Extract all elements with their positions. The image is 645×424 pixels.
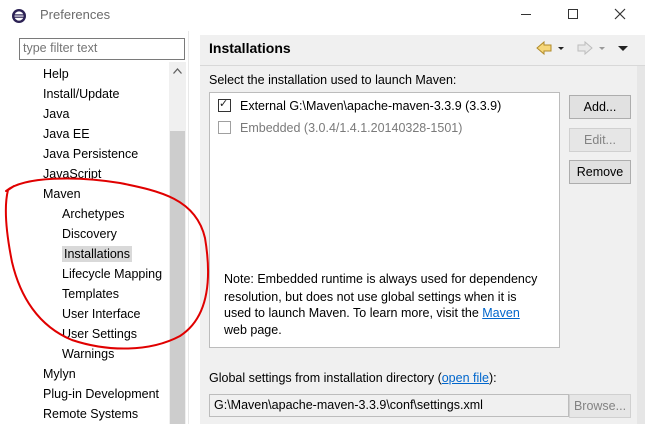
sidebar-item-label: Maven <box>43 187 81 201</box>
scroll-up-icon[interactable] <box>169 62 186 80</box>
sidebar-item-label: Mylyn <box>43 367 76 381</box>
back-arrow-icon <box>536 40 564 56</box>
sidebar-item-user-settings[interactable]: User Settings <box>62 325 137 343</box>
sidebar-item-label: Java EE <box>43 127 90 141</box>
global-settings-label: Global settings from installation direct… <box>209 371 497 385</box>
global-settings-prefix: Global settings from installation direct… <box>209 371 442 385</box>
note-line-4: web page. <box>224 323 282 337</box>
sidebar-item-archetypes[interactable]: Archetypes <box>62 205 125 223</box>
sidebar-item-label: JavaScript <box>43 167 102 181</box>
sidebar-item-lifecycle-mapping[interactable]: Lifecycle Mapping <box>62 265 162 283</box>
sidebar-item-label: User Interface <box>62 307 141 321</box>
sidebar-item-java-ee[interactable]: Java EE <box>43 125 90 143</box>
sidebar-item-maven[interactable]: Maven <box>43 185 81 203</box>
installation-row-embedded[interactable]: Embedded (3.0.4/1.4.1.20140328-1501) <box>218 118 462 138</box>
installation-row-external[interactable]: ✓ External G:\Maven\apache-maven-3.3.9 (3… <box>218 96 501 116</box>
view-menu-icon <box>618 46 628 51</box>
forward-button[interactable] <box>577 40 613 58</box>
sidebar-item-label: Warnings <box>62 347 115 361</box>
page-title: Installations <box>209 40 291 56</box>
sidebar-item-label: User Settings <box>62 327 138 341</box>
filter-field[interactable] <box>19 38 185 60</box>
sidebar-item-label: Help <box>43 67 69 81</box>
sidebar-item-remote-systems[interactable]: Remote Systems <box>43 405 138 423</box>
window-title: Preferences <box>40 7 111 22</box>
global-settings-path-field[interactable]: G:\Maven\apache-maven-3.3.9\conf\setting… <box>209 394 569 417</box>
back-button[interactable] <box>536 40 566 58</box>
scrollbar-thumb[interactable] <box>170 131 185 424</box>
sidebar-item-label: Templates <box>62 287 119 301</box>
installation-label: Embedded (3.0.4/1.4.1.20140328-1501) <box>240 121 463 135</box>
pane-divider[interactable] <box>188 31 189 424</box>
browse-button[interactable]: Browse... <box>569 394 631 418</box>
sidebar-item-templates[interactable]: Templates <box>62 285 119 303</box>
sidebar-item-label: Archetypes <box>62 207 125 221</box>
note-line-2: resolution, but does not use global sett… <box>224 290 517 304</box>
eclipse-app-icon <box>12 9 26 23</box>
installations-intro: Select the installation used to launch M… <box>209 73 457 87</box>
minimize-icon <box>521 14 531 15</box>
open-file-link[interactable]: open file <box>442 371 489 385</box>
add-button[interactable]: Add... <box>569 95 631 119</box>
maximize-icon <box>568 9 578 19</box>
installation-checkbox-external[interactable]: ✓ <box>218 98 231 113</box>
sidebar-item-label: Java <box>43 107 70 121</box>
minimize-button[interactable] <box>511 4 541 26</box>
sidebar-item-label: Lifecycle Mapping <box>62 267 163 281</box>
installation-checkbox-embedded[interactable] <box>218 121 231 135</box>
sidebar-item-label: Remote Systems <box>43 407 139 421</box>
sidebar-item-help[interactable]: Help <box>43 65 69 83</box>
sidebar-item-label: Install/Update <box>43 87 120 101</box>
view-menu-button[interactable] <box>617 40 629 58</box>
sidebar-item-mylyn[interactable]: Mylyn <box>43 365 76 383</box>
sidebar-item-label: Discovery <box>62 227 117 241</box>
checkmark-icon: ✓ <box>219 98 229 111</box>
sidebar-item-plug-in-development[interactable]: Plug-in Development <box>43 385 159 403</box>
maven-link[interactable]: Maven <box>482 306 520 320</box>
sidebar-item-label: Java Persistence <box>43 147 139 161</box>
sidebar-item-discovery[interactable]: Discovery <box>62 225 117 243</box>
sidebar-item-java[interactable]: Java <box>43 105 69 123</box>
sidebar-item-install-update[interactable]: Install/Update <box>43 85 119 103</box>
maximize-button[interactable] <box>558 4 588 26</box>
page-scrollbar[interactable] <box>637 66 645 424</box>
remove-button[interactable]: Remove <box>569 160 631 184</box>
close-button[interactable] <box>605 4 635 26</box>
sidebar-item-installations[interactable]: Installations <box>62 245 133 263</box>
sidebar-item-javascript[interactable]: JavaScript <box>43 165 101 183</box>
forward-arrow-icon <box>577 40 605 56</box>
filter-input[interactable] <box>20 39 181 57</box>
tree-scrollbar[interactable] <box>169 62 186 424</box>
note-line-1: Note: Embedded runtime is always used fo… <box>224 272 538 286</box>
edit-button[interactable]: Edit... <box>569 128 631 152</box>
preference-tree[interactable]: Help Install/Update Java Java EE Java Persis… <box>19 62 169 424</box>
sidebar-item-label: Installations <box>62 246 133 262</box>
sidebar-item-user-interface[interactable]: User Interface <box>62 305 141 323</box>
note-line-3: used to launch Maven. To learn more, vis… <box>224 306 520 320</box>
sidebar-item-warnings[interactable]: Warnings <box>62 345 114 363</box>
note-line-3-text: used to launch Maven. To learn more, vis… <box>224 306 483 320</box>
installation-label: External G:\Maven\apache-maven-3.3.9 (3.… <box>240 99 502 113</box>
global-settings-suffix: ): <box>489 371 497 385</box>
sidebar-item-label: Plug-in Development <box>43 387 160 401</box>
sidebar-item-java-persistence[interactable]: Java Persistence <box>43 145 138 163</box>
close-icon <box>614 8 626 20</box>
